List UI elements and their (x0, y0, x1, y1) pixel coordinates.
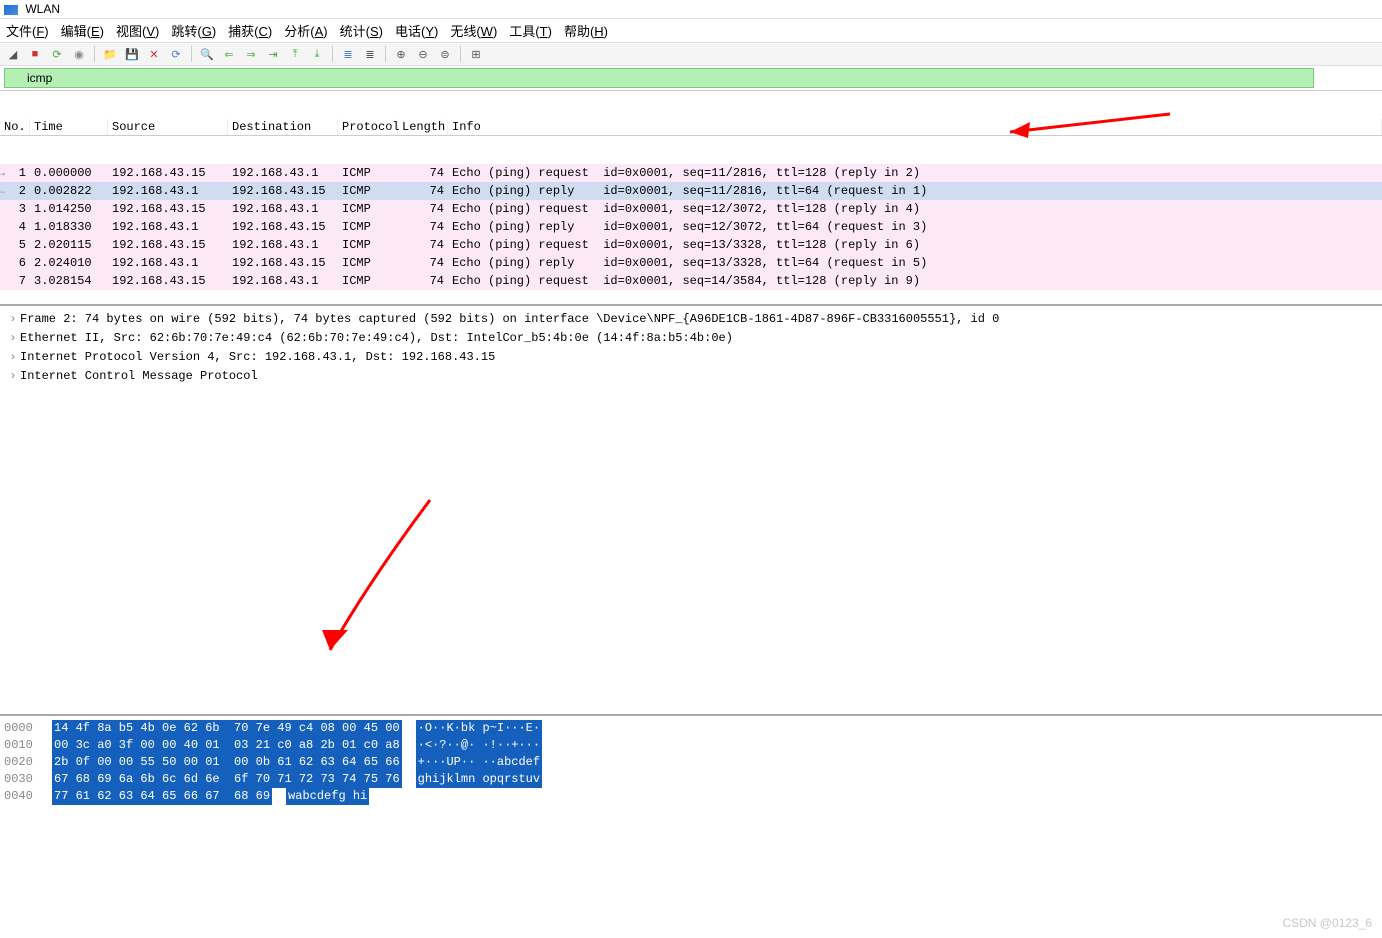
menu-item[interactable]: 电话(Y) (395, 21, 438, 40)
toolbar: ◢ ■ ⟳ ◉ 📁 💾 ✕ ⟳ 🔍 ⇐ ⇒ ⇥ ⤒ ⤓ ≣ ≣ ⊕ ⊖ ⊜ ⊞ (0, 42, 1382, 66)
packet-list-header: No. Time Source Destination Protocol Len… (0, 119, 1382, 136)
menu-item[interactable]: 无线(W) (450, 21, 497, 40)
packet-row[interactable]: →10.000000192.168.43.15192.168.43.1ICMP7… (0, 164, 1382, 182)
menu-item[interactable]: 视图(V) (116, 21, 159, 40)
separator (332, 46, 333, 62)
col-dst[interactable]: Destination (228, 119, 338, 135)
menu-bar: 文件(F) 编辑(E) 视图(V) 跳转(G) 捕获(C) 分析(A) 统计(S) 电话(Y)… (0, 19, 1382, 42)
packet-list-pane[interactable]: No. Time Source Destination Protocol Len… (0, 91, 1382, 304)
save-icon[interactable]: 💾 (123, 45, 141, 63)
menu-item[interactable]: 跳转(G) (171, 21, 216, 40)
separator (385, 46, 386, 62)
tree-item[interactable]: ›Ethernet II, Src: 62:6b:70:7e:49:c4 (62… (6, 329, 1376, 348)
packet-bytes-pane[interactable]: 000014 4f 8a b5 4b 0e 62 6b 70 7e 49 c4 … (0, 714, 1382, 809)
menu-item[interactable]: 编辑(E) (61, 21, 104, 40)
tree-item[interactable]: ›Internet Protocol Version 4, Src: 192.1… (6, 348, 1376, 367)
hex-row[interactable]: 001000 3c a0 3f 00 00 40 01 03 21 c0 a8 … (4, 737, 1378, 754)
go-first-icon[interactable]: ⤒ (286, 45, 304, 63)
menu-item[interactable]: 帮助(H) (564, 21, 608, 40)
menu-item[interactable]: 统计(S) (340, 21, 383, 40)
expand-icon[interactable]: › (6, 310, 20, 329)
packet-row[interactable]: 73.028154192.168.43.15192.168.43.1ICMP74… (0, 272, 1382, 290)
filter-bar: ▮ (0, 66, 1382, 91)
app-icon (4, 5, 18, 15)
separator (191, 46, 192, 62)
shark-fin-icon[interactable]: ◢ (4, 45, 22, 63)
close-icon[interactable]: ✕ (145, 45, 163, 63)
packet-row[interactable]: 52.020115192.168.43.15192.168.43.1ICMP74… (0, 236, 1382, 254)
col-src[interactable]: Source (108, 119, 228, 135)
zoom-reset-icon[interactable]: ⊜ (436, 45, 454, 63)
go-last-icon[interactable]: ⤓ (308, 45, 326, 63)
restart-icon[interactable]: ⟳ (48, 45, 66, 63)
col-proto[interactable]: Protocol (338, 119, 398, 135)
title-bar: WLAN (0, 0, 1382, 19)
menu-item[interactable]: 文件(F) (6, 21, 49, 40)
resize-cols-icon[interactable]: ⊞ (467, 45, 485, 63)
folder-open-icon[interactable]: 📁 (101, 45, 119, 63)
options-icon[interactable]: ◉ (70, 45, 88, 63)
stop-icon[interactable]: ■ (26, 45, 44, 63)
menu-item[interactable]: 捕获(C) (228, 21, 272, 40)
col-no[interactable]: No. (0, 119, 30, 135)
packet-details-pane[interactable]: ›Frame 2: 74 bytes on wire (592 bits), 7… (0, 304, 1382, 714)
auto-scroll-icon[interactable]: ≣ (339, 45, 357, 63)
next-icon[interactable]: ⇒ (242, 45, 260, 63)
hex-row[interactable]: 00202b 0f 00 00 55 50 00 01 00 0b 61 62 … (4, 754, 1378, 771)
packet-row[interactable]: 41.018330192.168.43.1192.168.43.15ICMP74… (0, 218, 1382, 236)
window-title: WLAN (25, 2, 60, 16)
menu-item[interactable]: 工具(T) (509, 21, 552, 40)
zoom-out-icon[interactable]: ⊖ (414, 45, 432, 63)
zoom-in-icon[interactable]: ⊕ (392, 45, 410, 63)
separator (94, 46, 95, 62)
tree-item[interactable]: ›Frame 2: 74 bytes on wire (592 bits), 7… (6, 310, 1376, 329)
expand-icon[interactable]: › (6, 367, 20, 386)
reload-icon[interactable]: ⟳ (167, 45, 185, 63)
col-info[interactable]: Info (448, 119, 1382, 135)
watermark: CSDN @0123_6 (1282, 916, 1372, 930)
display-filter-input[interactable] (4, 68, 1314, 88)
packet-row[interactable]: 31.014250192.168.43.15192.168.43.1ICMP74… (0, 200, 1382, 218)
hex-row[interactable]: 000014 4f 8a b5 4b 0e 62 6b 70 7e 49 c4 … (4, 720, 1378, 737)
hex-row[interactable]: 004077 61 62 63 64 65 66 67 68 69wabcdef… (4, 788, 1378, 805)
expand-icon[interactable]: › (6, 348, 20, 367)
find-icon[interactable]: 🔍 (198, 45, 216, 63)
tree-item[interactable]: ›Internet Control Message Protocol (6, 367, 1376, 386)
packet-row[interactable]: ←20.002822192.168.43.1192.168.43.15ICMP7… (0, 182, 1382, 200)
menu-item[interactable]: 分析(A) (284, 21, 327, 40)
col-time[interactable]: Time (30, 119, 108, 135)
colorize-icon[interactable]: ≣ (361, 45, 379, 63)
hex-row[interactable]: 003067 68 69 6a 6b 6c 6d 6e 6f 70 71 72 … (4, 771, 1378, 788)
prev-icon[interactable]: ⇐ (220, 45, 238, 63)
packet-row[interactable]: 62.024010192.168.43.1192.168.43.15ICMP74… (0, 254, 1382, 272)
expand-icon[interactable]: › (6, 329, 20, 348)
jump-icon[interactable]: ⇥ (264, 45, 282, 63)
separator (460, 46, 461, 62)
col-len[interactable]: Length (398, 119, 448, 135)
